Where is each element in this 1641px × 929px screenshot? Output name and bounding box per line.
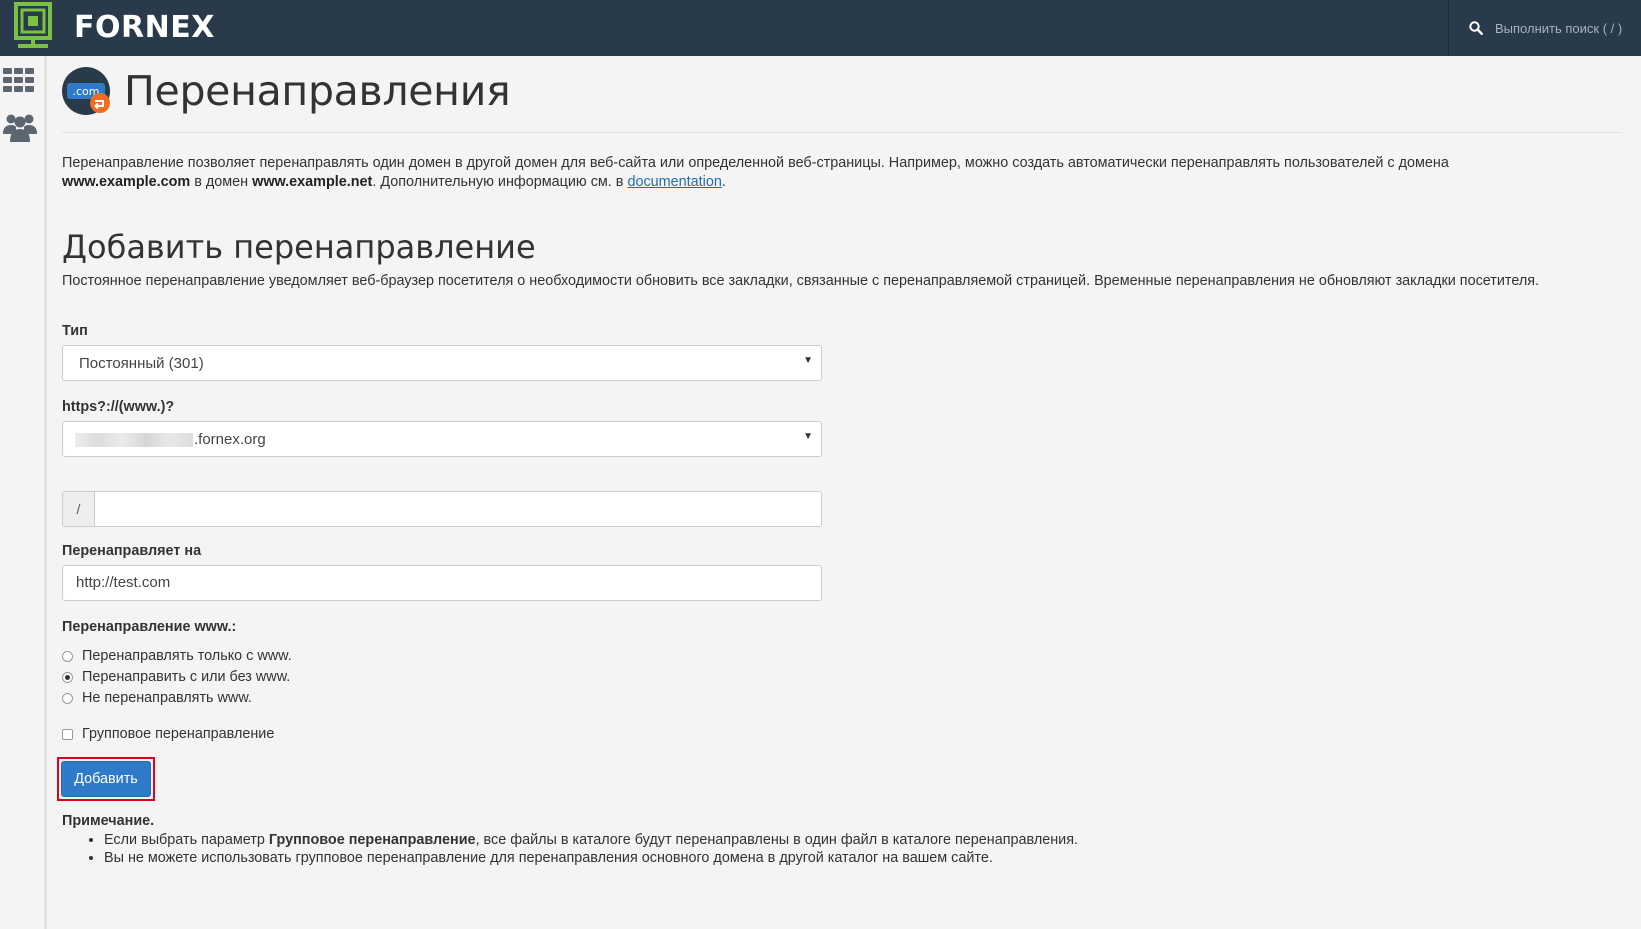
wildcard-label: Групповое перенаправление xyxy=(82,726,275,742)
note-item: Вы не можете использовать групповое пере… xyxy=(104,849,1604,867)
fornex-logo-icon xyxy=(14,2,52,48)
intro-domain-from: www.example.com xyxy=(62,174,191,190)
chevron-down-icon: ▼ xyxy=(803,431,813,442)
www-redirect-label: Перенаправление www.: xyxy=(62,619,237,635)
path-input[interactable] xyxy=(94,491,822,527)
submit-highlight: Добавить xyxy=(57,757,155,801)
brand-name: FORNEX xyxy=(74,9,215,45)
header-divider xyxy=(62,132,1622,133)
radio-button[interactable] xyxy=(62,650,73,662)
note-item-post: , все файлы в каталоге будут перенаправл… xyxy=(475,832,1079,848)
intro-part1: Перенаправление позволяет перенаправлять… xyxy=(62,155,1449,171)
chevron-down-icon: ▼ xyxy=(803,355,813,366)
brand-logo[interactable]: FORNEX xyxy=(14,2,215,52)
intro-part2: в домен xyxy=(190,174,253,190)
redirect-to-input[interactable]: http://test.com xyxy=(62,565,822,601)
radio-button-selected[interactable] xyxy=(62,671,73,683)
www-option-label: Перенаправлять только с www. xyxy=(82,648,292,664)
note-list: Если выбрать параметр Групповое перенапр… xyxy=(62,831,1604,867)
blurred-subdomain xyxy=(75,433,193,448)
search-box[interactable]: Выполнить поиск ( / ) xyxy=(1448,0,1641,56)
search-input[interactable]: Выполнить поиск ( / ) xyxy=(1495,21,1622,36)
wildcard-checkbox[interactable] xyxy=(62,728,73,740)
www-option-with-or-without[interactable]: Перенаправить с или без www. xyxy=(62,669,290,685)
www-option-no-redirect[interactable]: Не перенаправлять www. xyxy=(62,690,252,706)
redirects-domain-icon: .com xyxy=(62,67,110,115)
intro-end: . xyxy=(721,174,726,190)
add-redirect-heading: Добавить перенаправление xyxy=(62,228,536,266)
wildcard-redirect-option[interactable]: Групповое перенаправление xyxy=(62,726,274,742)
page-title: Перенаправления xyxy=(124,67,511,115)
path-input-group: / xyxy=(62,491,822,527)
domain-suffix: .fornex.org xyxy=(194,431,266,448)
intro-text: Перенаправление позволяет перенаправлять… xyxy=(62,154,1622,192)
tools-grid-icon[interactable] xyxy=(3,68,35,97)
www-option-only-www[interactable]: Перенаправлять только с www. xyxy=(62,648,292,664)
note-item-bold: Групповое перенаправление xyxy=(268,832,476,848)
domain-select[interactable]: .fornex.org ▼ xyxy=(62,421,822,457)
note-item: Если выбрать параметр Групповое перенапр… xyxy=(104,831,1604,849)
domain-label: https?://(www.)? xyxy=(62,399,175,415)
type-select[interactable]: Постоянный (301) ▼ xyxy=(62,345,822,381)
users-icon[interactable] xyxy=(3,112,37,147)
page-header: .com Перенаправления xyxy=(62,66,511,116)
www-option-label: Не перенаправлять www. xyxy=(82,690,252,706)
add-button[interactable]: Добавить xyxy=(61,761,151,797)
domain-select-value: .fornex.org xyxy=(75,431,266,448)
type-label: Тип xyxy=(62,323,88,339)
redirect-to-label: Перенаправляет на xyxy=(62,543,202,559)
search-icon xyxy=(1469,21,1483,35)
www-option-label: Перенаправить с или без www. xyxy=(82,669,291,685)
documentation-link[interactable]: documentation xyxy=(627,174,721,190)
add-redirect-description: Постоянное перенаправление уведомляет ве… xyxy=(62,273,1540,289)
top-bar: FORNEX Выполнить поиск ( / ) xyxy=(0,0,1641,56)
type-select-value: Постоянный (301) xyxy=(79,355,204,372)
intro-domain-to: www.example.net xyxy=(252,174,373,190)
radio-button[interactable] xyxy=(62,692,73,704)
path-prefix: / xyxy=(62,491,94,527)
note-item-pre: Если выбрать параметр xyxy=(104,832,269,848)
sidebar xyxy=(0,56,47,929)
intro-part3: . Дополнительную информацию см. в xyxy=(372,174,628,190)
note-title: Примечание. xyxy=(62,813,155,829)
